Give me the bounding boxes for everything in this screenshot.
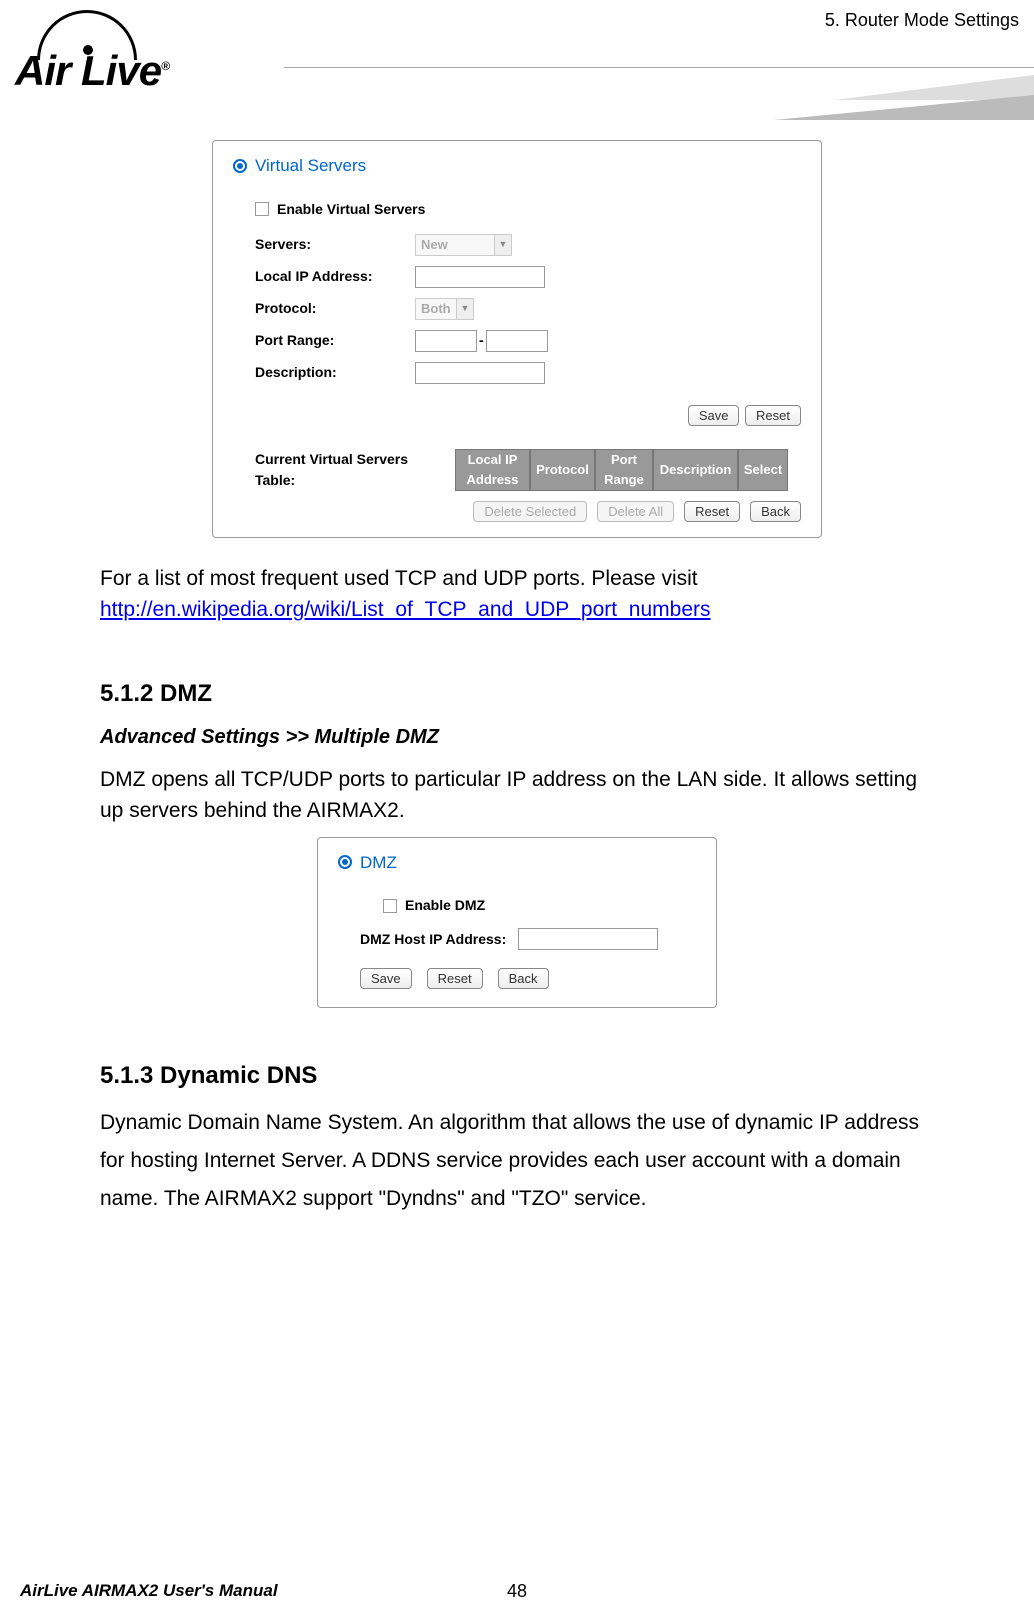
current-table-label: Current Virtual Servers Table: bbox=[255, 449, 445, 491]
body-text-ports: For a list of most frequent used TCP and… bbox=[100, 563, 934, 626]
save-button[interactable]: Save bbox=[688, 405, 740, 426]
delete-selected-button[interactable]: Delete Selected bbox=[473, 501, 587, 522]
header-swoosh bbox=[284, 55, 1034, 115]
enable-dmz-label: Enable DMZ bbox=[405, 895, 485, 916]
dropdown-arrow-icon[interactable]: ▼ bbox=[456, 298, 474, 320]
reset-button[interactable]: Reset bbox=[745, 405, 801, 426]
enable-virtual-servers-checkbox[interactable] bbox=[255, 202, 269, 216]
range-dash: - bbox=[479, 330, 484, 351]
panel-title: Virtual Servers bbox=[255, 153, 366, 179]
local-ip-input[interactable] bbox=[415, 266, 545, 288]
page-footer: AirLive AIRMAX2 User's Manual 48 bbox=[0, 1581, 1034, 1601]
airlive-logo: Air Live® bbox=[15, 15, 169, 63]
table-header: Local IP Address bbox=[455, 449, 530, 491]
reset-button[interactable]: Reset bbox=[684, 501, 740, 522]
section-ddns-body: Dynamic Domain Name System. An algorithm… bbox=[100, 1104, 934, 1217]
port-range-start-input[interactable] bbox=[415, 330, 477, 352]
table-header: Port Range bbox=[595, 449, 653, 491]
description-label: Description: bbox=[255, 362, 415, 383]
radio-selected-icon bbox=[233, 159, 247, 173]
section-dmz-heading: 5.1.2 DMZ bbox=[100, 676, 934, 712]
enable-dmz-checkbox[interactable] bbox=[383, 899, 397, 913]
port-range-end-input[interactable] bbox=[486, 330, 548, 352]
back-button[interactable]: Back bbox=[750, 501, 801, 522]
dmz-host-input[interactable] bbox=[518, 928, 658, 950]
radio-selected-icon bbox=[338, 855, 352, 869]
delete-all-button[interactable]: Delete All bbox=[597, 501, 674, 522]
servers-select[interactable]: New bbox=[415, 234, 495, 256]
back-button[interactable]: Back bbox=[498, 968, 549, 989]
local-ip-label: Local IP Address: bbox=[255, 266, 415, 287]
section-ddns-heading: 5.1.3 Dynamic DNS bbox=[100, 1058, 934, 1094]
protocol-label: Protocol: bbox=[255, 298, 415, 319]
port-range-label: Port Range: bbox=[255, 330, 415, 351]
page-number: 48 bbox=[507, 1581, 527, 1602]
table-header: Select bbox=[738, 449, 788, 491]
dmz-host-label: DMZ Host IP Address: bbox=[360, 929, 506, 950]
footer-manual-title: AirLive AIRMAX2 User's Manual bbox=[20, 1581, 278, 1601]
logo-text: Air Live® bbox=[15, 47, 169, 94]
table-header: Protocol bbox=[530, 449, 595, 491]
section-dmz-subheading: Advanced Settings >> Multiple DMZ bbox=[100, 722, 934, 752]
panel-title: DMZ bbox=[360, 850, 397, 876]
dropdown-arrow-icon[interactable]: ▼ bbox=[494, 234, 512, 256]
reset-button[interactable]: Reset bbox=[427, 968, 483, 989]
section-dmz-body: DMZ opens all TCP/UDP ports to particula… bbox=[100, 764, 934, 827]
servers-label: Servers: bbox=[255, 234, 415, 255]
description-input[interactable] bbox=[415, 362, 545, 384]
table-header: Description bbox=[653, 449, 738, 491]
enable-virtual-servers-label: Enable Virtual Servers bbox=[277, 199, 425, 220]
dmz-panel: DMZ Enable DMZ DMZ Host IP Address: Save… bbox=[317, 837, 717, 1009]
protocol-select[interactable]: Both bbox=[415, 298, 457, 320]
virtual-servers-table: Local IP Address Protocol Port Range Des… bbox=[455, 449, 788, 491]
save-button[interactable]: Save bbox=[360, 968, 412, 989]
virtual-servers-panel: Virtual Servers Enable Virtual Servers S… bbox=[212, 140, 822, 538]
chapter-header: 5. Router Mode Settings bbox=[825, 10, 1019, 31]
wikipedia-link[interactable]: http://en.wikipedia.org/wiki/List_of_TCP… bbox=[100, 598, 711, 621]
